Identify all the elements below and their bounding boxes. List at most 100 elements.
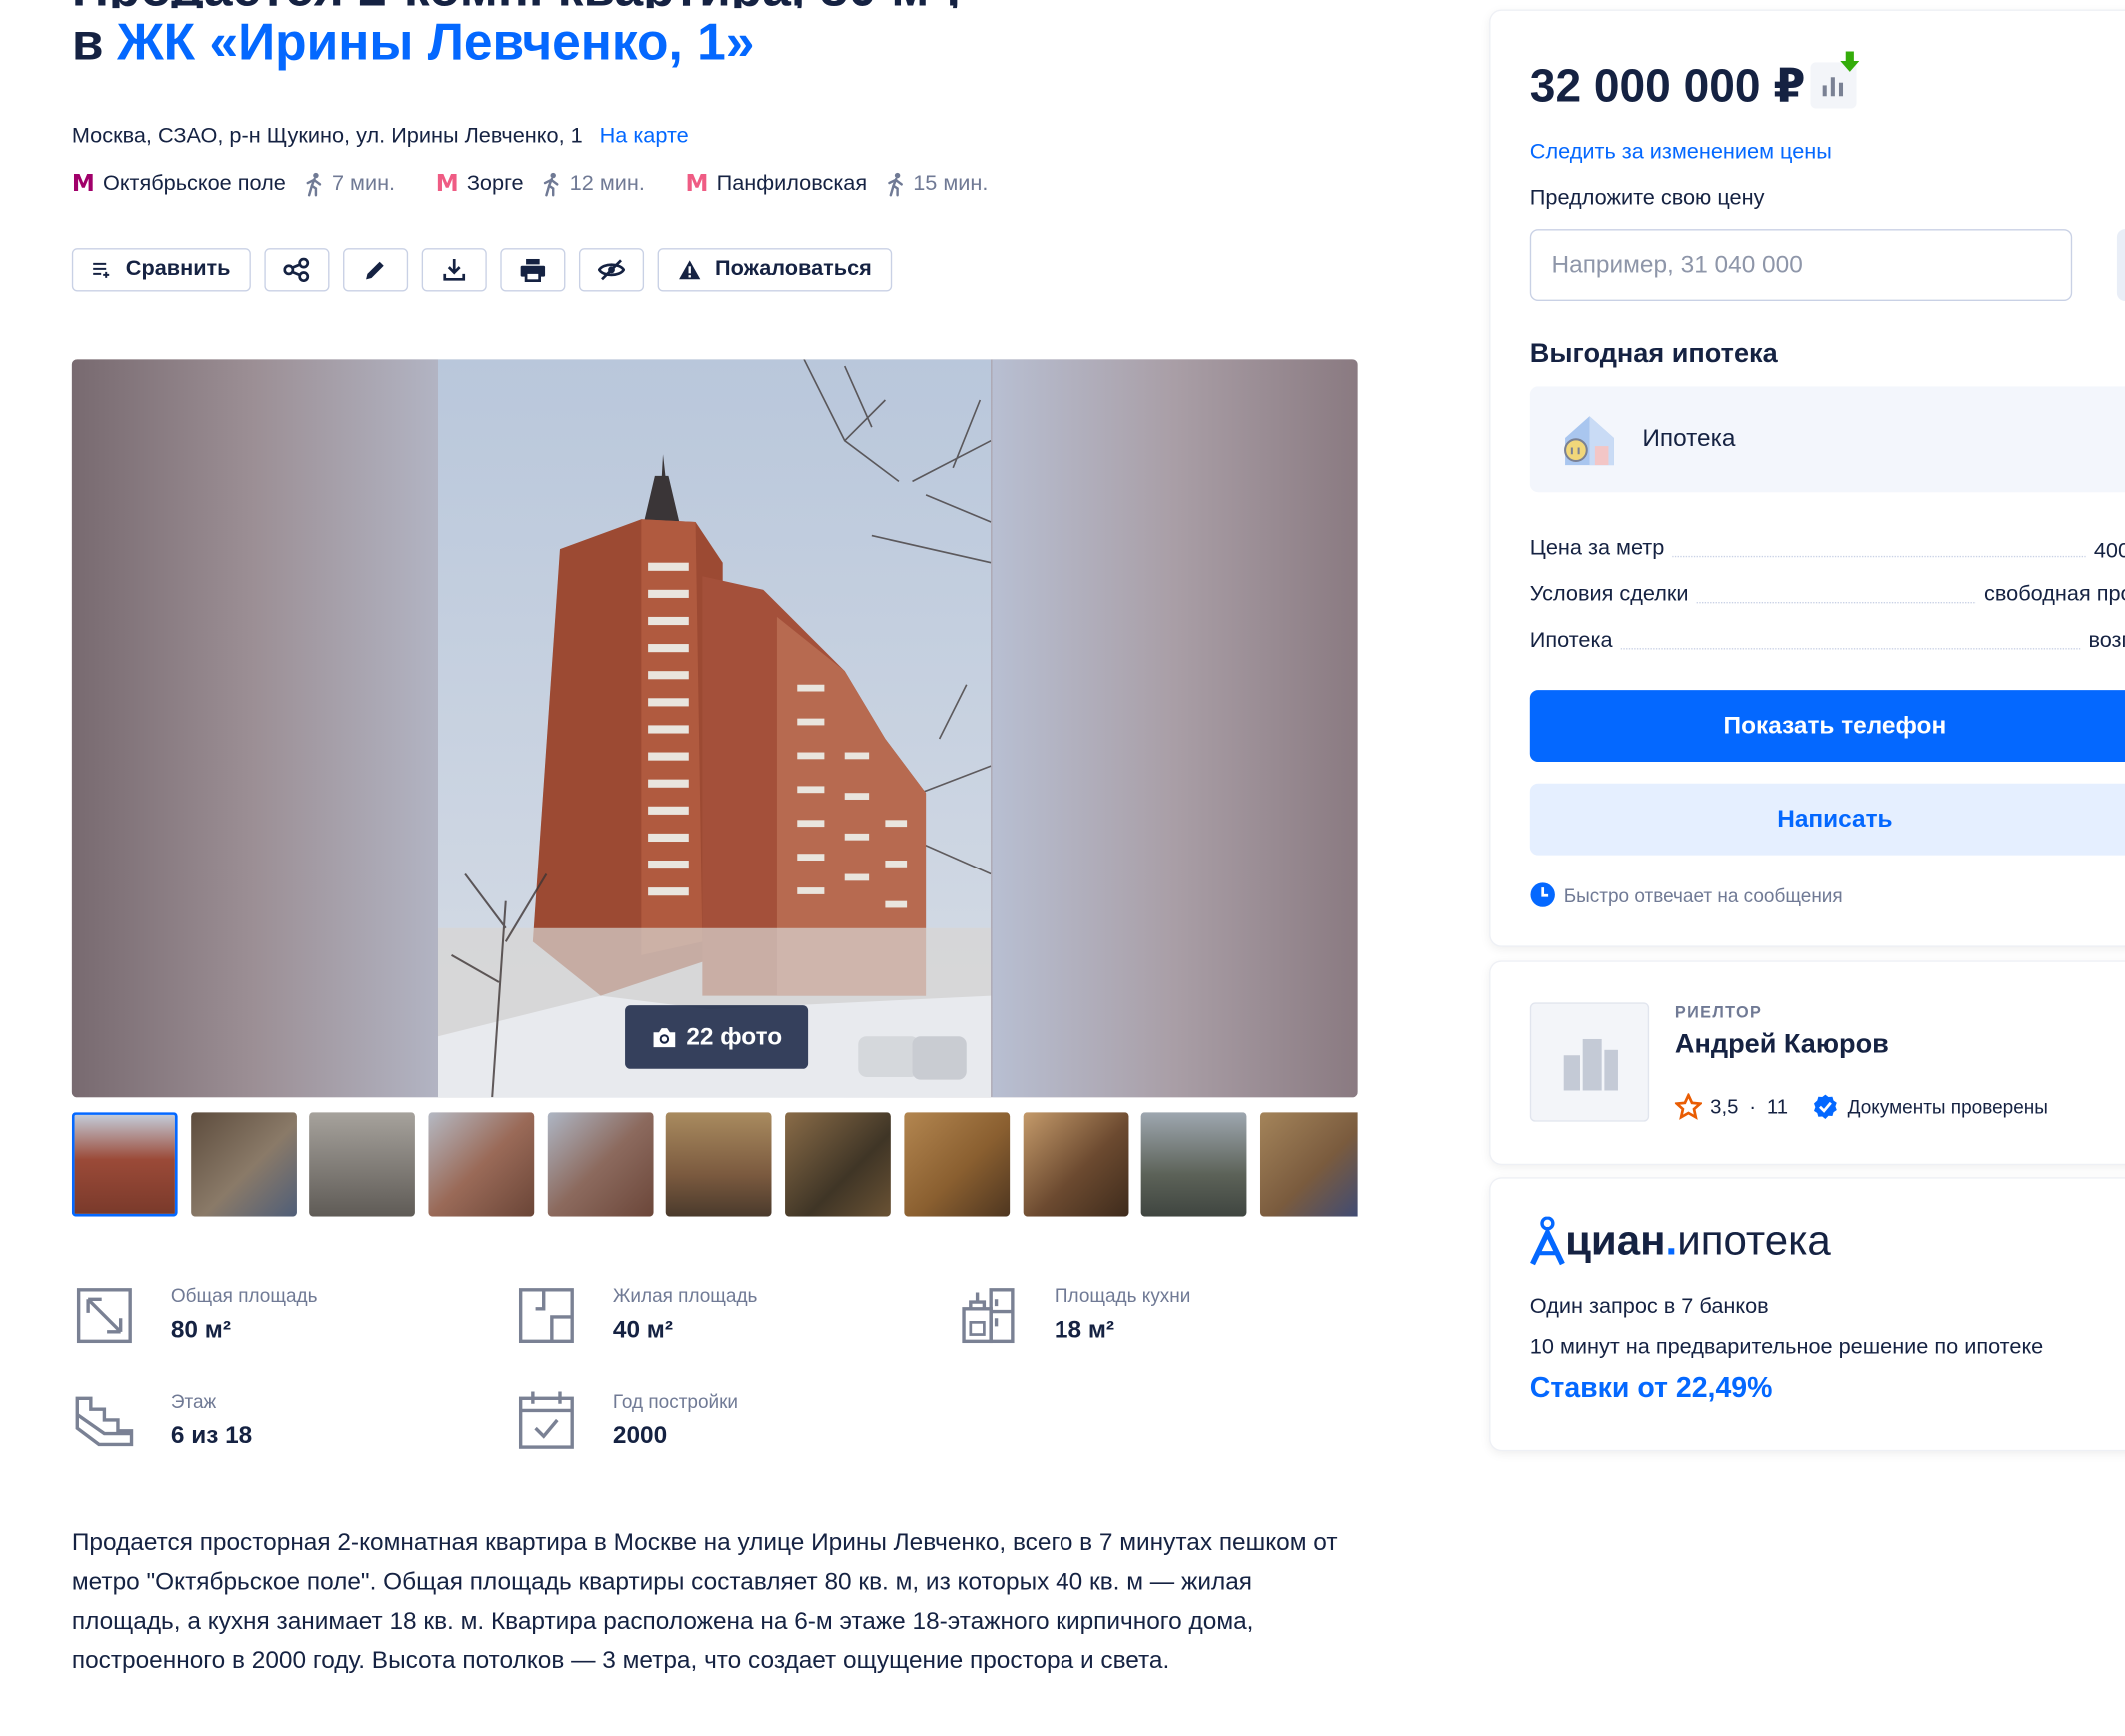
detail-row: Цена за метр 400 000 ₽/м²: [1529, 536, 2125, 570]
camera-icon: [653, 1027, 676, 1047]
metro-icon: М: [71, 170, 95, 198]
thumbnail[interactable]: [1023, 1112, 1128, 1217]
metro-icon: М: [435, 170, 459, 198]
complex-link[interactable]: ЖК «Ирины Левченко, 1»: [117, 15, 754, 72]
spec-living-area: Жилая площадь 40 м²: [514, 1279, 921, 1360]
metro-name: Панфиловская: [716, 172, 868, 196]
price-card: 32 000 000 ₽ Следить за изменением цены …: [1490, 10, 2125, 946]
page-title: Продается 2-комн. квартира, 80 м², вЖК «…: [72, 0, 1427, 79]
photo-count-button[interactable]: 22 фото: [625, 1005, 809, 1069]
agent-card: РИЕЛТОР Андрей Каюров 3,5 · 11 Документы…: [1490, 961, 2125, 1164]
calendar-icon: [518, 1391, 574, 1449]
cian-mortgage-logo: циан. ипотека: [1530, 1216, 1831, 1266]
metro-item[interactable]: М Панфиловская 15 мин.: [686, 171, 989, 198]
edit-button[interactable]: [343, 248, 409, 292]
price-history-button[interactable]: [1810, 51, 1860, 109]
share-icon: [283, 257, 310, 283]
compare-icon: [93, 262, 110, 278]
docs-verified: Документы проверены: [1847, 1095, 2048, 1118]
description-text: Продается просторная 2-комнатная квартир…: [71, 1528, 1338, 1674]
title-line: Продается 2-комн. квартира, 80 м²,: [72, 0, 1427, 8]
agent-reviews: 11: [1766, 1095, 1789, 1119]
edit-icon: [366, 261, 384, 280]
track-price-link[interactable]: Следить за изменением цены: [1530, 141, 1832, 165]
metro-name: Октябрьское поле: [102, 172, 286, 196]
thumbnail[interactable]: [666, 1112, 773, 1217]
building-placeholder-icon: [1563, 1038, 1618, 1091]
offer-price-input[interactable]: [1529, 229, 2073, 302]
spec-floor: Этаж 6 из 18: [72, 1385, 479, 1466]
walk-icon: [306, 172, 321, 197]
cian-banks-note: Один запрос в 7 банков: [1529, 1295, 1769, 1319]
metro-name: Зорге: [466, 172, 524, 196]
agent-role: РИЕЛТОР: [1674, 1002, 1763, 1022]
print-icon: [520, 258, 546, 283]
thumbnail[interactable]: [1259, 1112, 1358, 1217]
write-message-button[interactable]: Написать: [1529, 783, 2125, 856]
address-text: Москва, СЗАО, р-н Щукино, ул. Ирины Левч…: [71, 124, 583, 148]
thumbnail-strip: [71, 1112, 1358, 1217]
title-prefix: в: [71, 14, 104, 72]
thumbnail[interactable]: [547, 1112, 654, 1217]
kitchen-icon: [962, 1288, 1015, 1344]
walk-time: 12 мин.: [543, 172, 645, 197]
thumbnail[interactable]: [309, 1112, 416, 1217]
price-down-arrow-icon: [1840, 51, 1860, 72]
metro-item[interactable]: М Зорге 12 мин.: [436, 171, 645, 198]
agent-rating: 3,5: [1710, 1095, 1739, 1119]
house-coin-icon: [1564, 416, 1614, 466]
metro-item[interactable]: М Октябрьское поле 7 мин.: [72, 171, 395, 198]
print-button[interactable]: [500, 248, 566, 292]
reply-speed-note: Быстро отвечает на сообщения: [1530, 882, 1843, 908]
compare-button[interactable]: Сравнить: [71, 248, 251, 292]
blurred-photo-right: [992, 359, 1358, 1098]
living-area-icon: [518, 1288, 574, 1344]
cian-logo-icon: [1530, 1216, 1565, 1266]
walk-time: 7 мин.: [305, 172, 395, 197]
action-toolbar: Сравнить Пожаловаться: [71, 248, 906, 292]
floor-icon: [75, 1396, 134, 1447]
photo-gallery[interactable]: [71, 359, 1358, 1098]
agent-name[interactable]: Андрей Каюров: [1675, 1029, 1889, 1060]
thumbnail[interactable]: [785, 1112, 891, 1217]
detail-row: Условия сделки свободная продажа: [1529, 583, 2125, 616]
total-area-icon: [76, 1288, 132, 1344]
main-photo[interactable]: [437, 359, 992, 1098]
thumbnail[interactable]: [904, 1112, 1010, 1217]
download-icon: [443, 258, 466, 281]
download-button[interactable]: [421, 248, 487, 292]
metro-list: М Октябрьское поле 7 мин. М Зорге 12 мин…: [72, 171, 1029, 198]
walk-icon: [544, 172, 559, 197]
spec-total-area: Общая площадь 80 м²: [72, 1279, 479, 1360]
thumbnail[interactable]: [428, 1112, 535, 1217]
map-link[interactable]: На карте: [600, 125, 689, 148]
mortgage-heading: Выгодная ипотека: [1529, 338, 1778, 369]
hide-button[interactable]: [578, 248, 645, 292]
star-icon: [1674, 1093, 1703, 1120]
thumbnail[interactable]: [190, 1112, 297, 1217]
offer-price-label: Предложите свою цену: [1529, 187, 1765, 211]
cian-decision-note: 10 минут на предварительное решение по и…: [1529, 1335, 2044, 1359]
thumbnail[interactable]: [71, 1112, 178, 1217]
share-button[interactable]: [264, 248, 330, 292]
agent-avatar[interactable]: [1529, 1002, 1650, 1122]
mortgage-label: Ипотека: [1642, 424, 1736, 452]
spec-build-year: Год постройки 2000: [514, 1385, 921, 1466]
mortgage-banner[interactable]: Ипотека: [1529, 386, 2125, 493]
spec-kitchen-area: Площадь кухни 18 м²: [956, 1279, 1362, 1360]
warning-icon: [679, 260, 701, 280]
price: 32 000 000 ₽: [1529, 61, 1806, 113]
clock-icon: [1530, 882, 1555, 907]
show-phone-button[interactable]: Показать телефон: [1529, 690, 2125, 763]
address: Москва, СЗАО, р-н Щукино, ул. Ирины Левч…: [72, 125, 689, 149]
detail-row: Ипотека возможна: [1529, 629, 2125, 662]
blurred-photo-left: [71, 359, 438, 1098]
walk-time: 15 мин.: [886, 172, 988, 197]
thumbnail[interactable]: [1140, 1112, 1247, 1217]
complain-button[interactable]: Пожаловаться: [657, 248, 893, 292]
cian-rates-link[interactable]: Ставки от 22,49%: [1530, 1373, 1773, 1406]
cian-mortgage-card[interactable]: циан. ипотека Один запрос в 7 банков 10 м…: [1490, 1178, 2125, 1450]
hide-icon: [597, 259, 626, 281]
offer-submit-button[interactable]: [2116, 229, 2125, 302]
verified-icon: [1814, 1094, 1838, 1119]
